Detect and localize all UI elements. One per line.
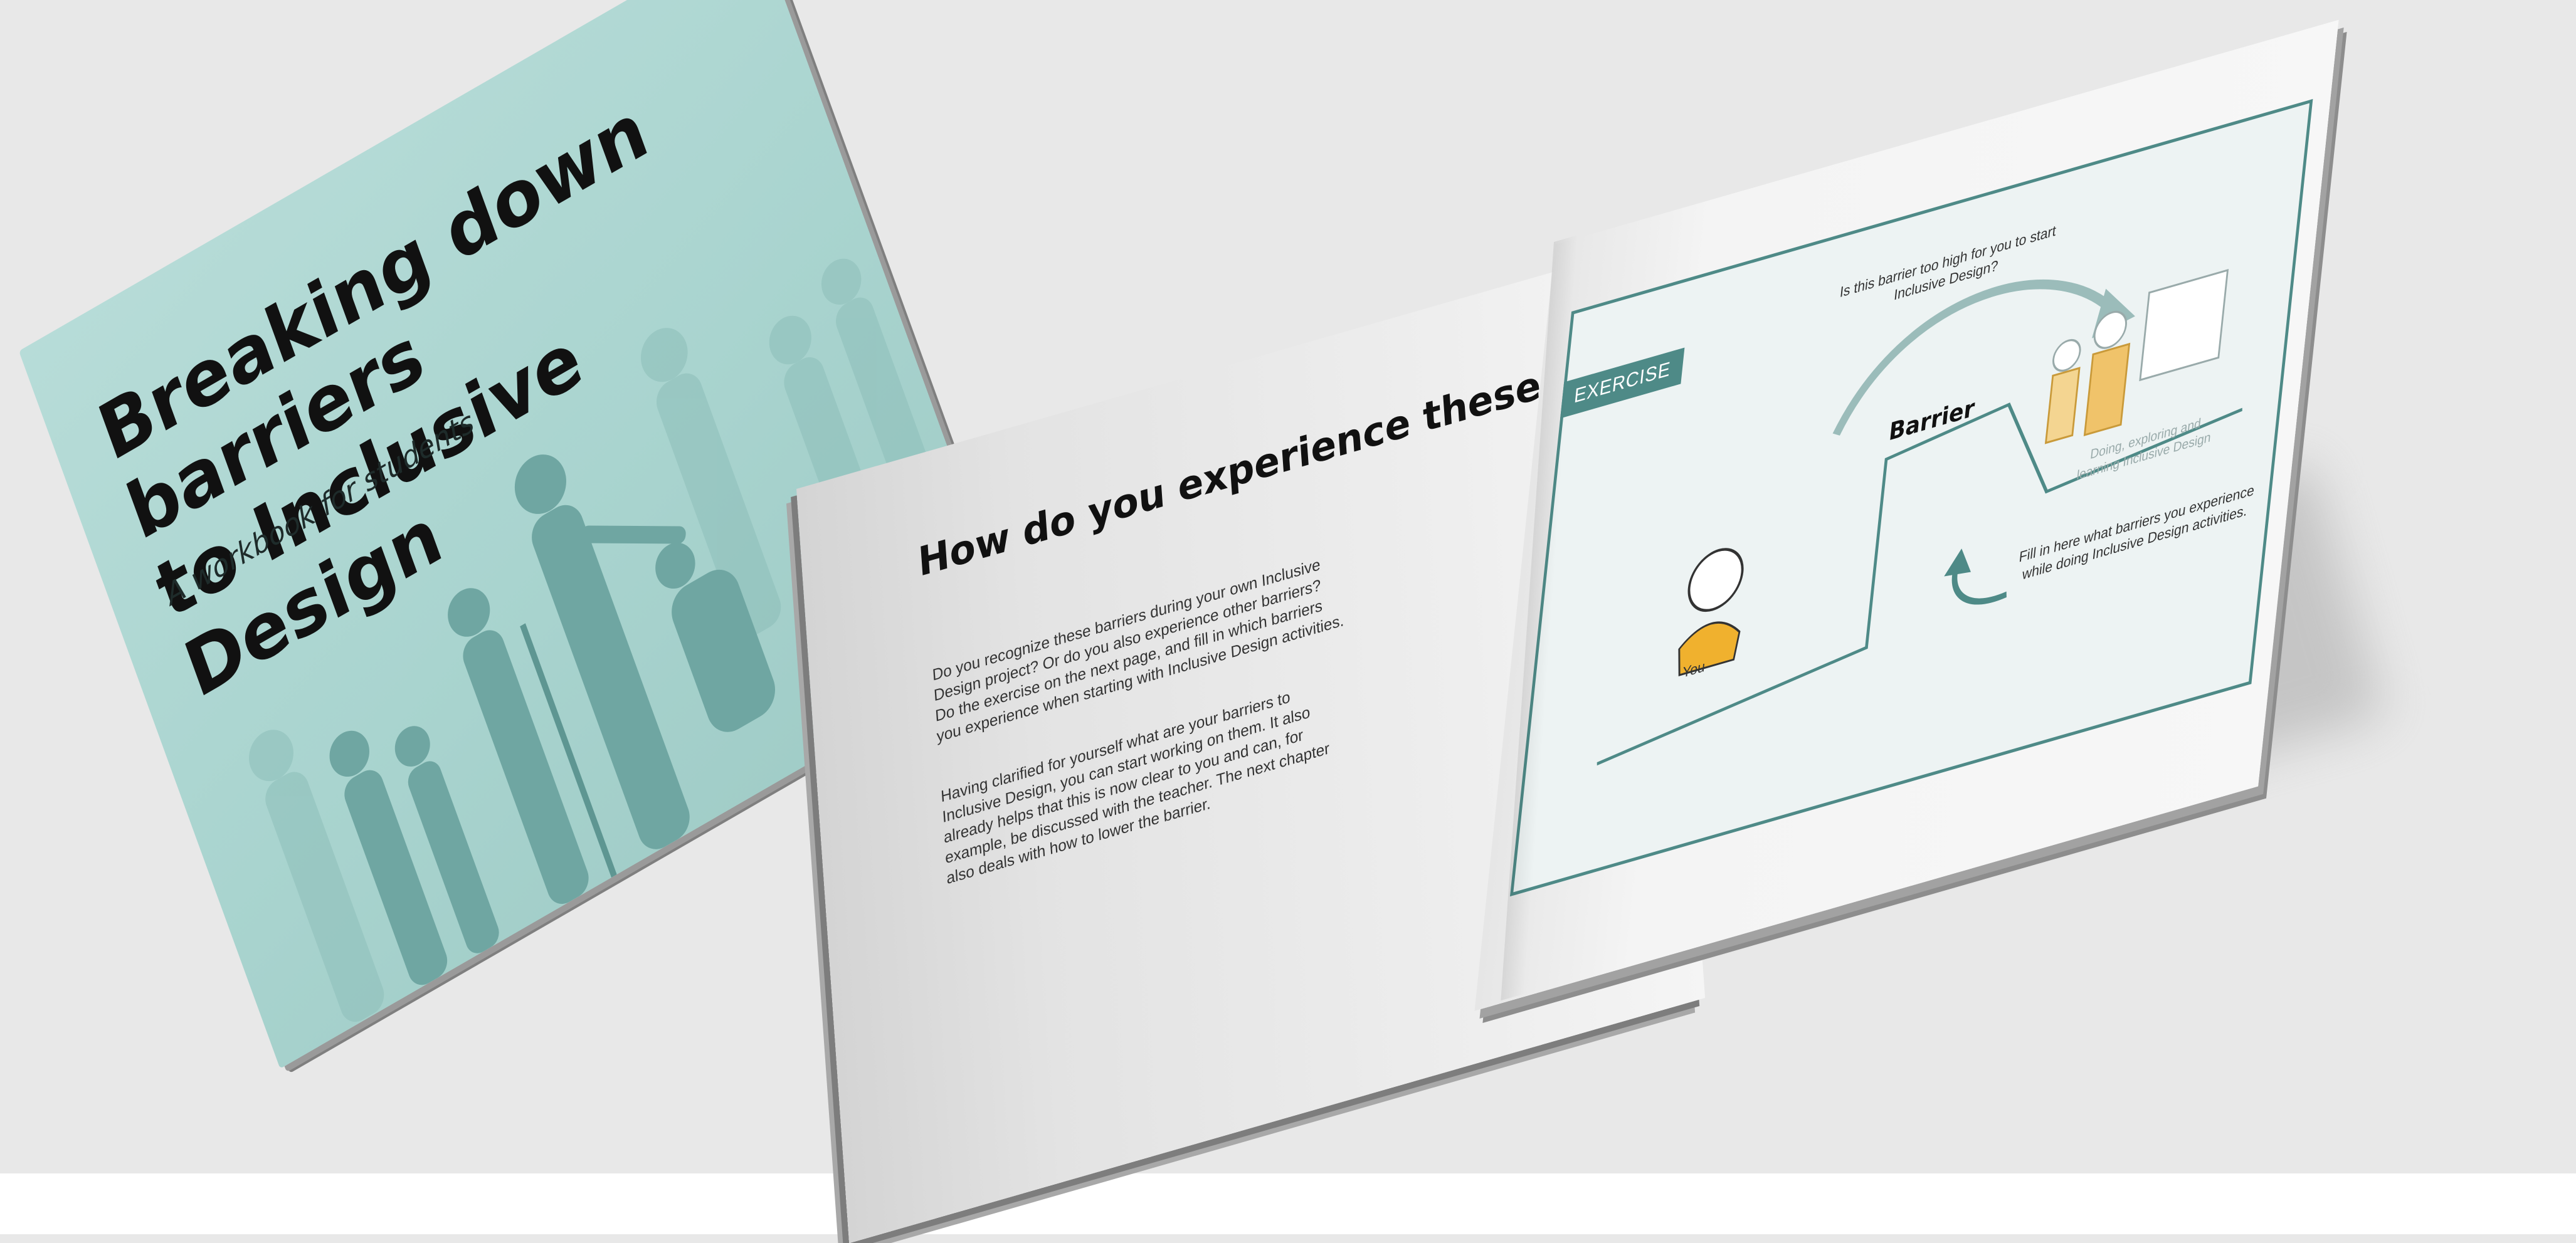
background-bottom-band: [0, 1173, 2576, 1234]
exercise-panel: EXERCISE Is this barrier too high for yo…: [1509, 98, 2313, 897]
barrier-diagram: [1597, 268, 2242, 766]
right-page: EXERCISE Is this barrier too high for yo…: [1474, 19, 2339, 1011]
ground-line: [1597, 402, 2242, 766]
fill-in-arrowhead: [1944, 548, 1971, 577]
you-person-icon: [1678, 548, 1744, 676]
